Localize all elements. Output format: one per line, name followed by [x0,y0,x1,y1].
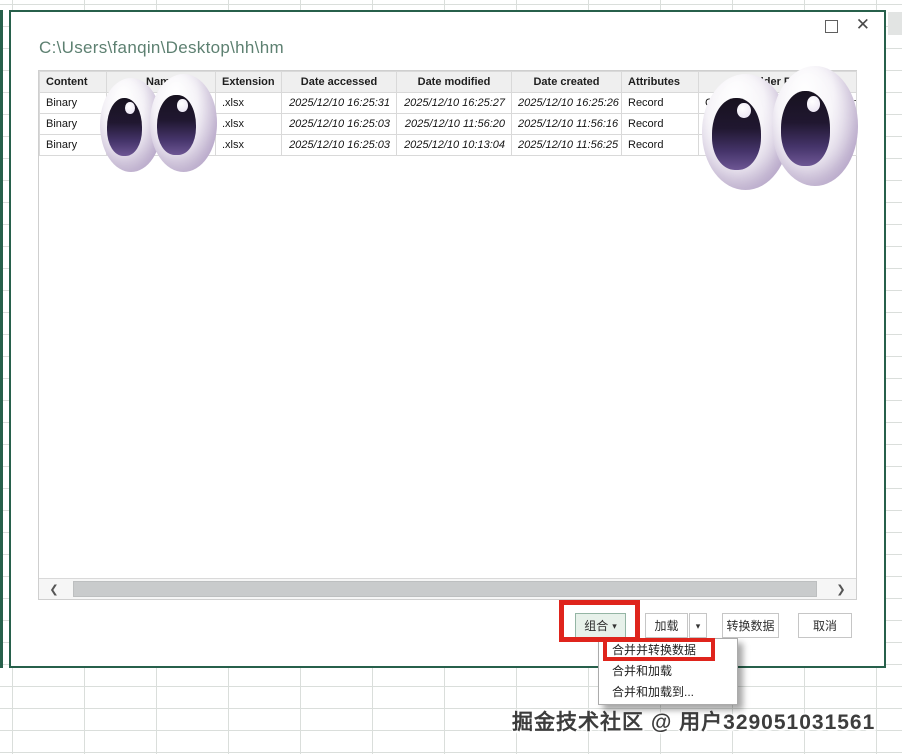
table-cell: Record [621,92,699,114]
column-header[interactable]: Extension [215,71,282,93]
restore-icon[interactable] [824,19,838,33]
column-header[interactable]: Content [39,71,107,93]
table-cell: 2025/12/10 16:25:27 [396,92,512,114]
chevron-down-icon: ▾ [695,620,701,631]
eyes-sticker-left-eye [150,74,217,172]
scroll-right-icon[interactable]: ❯ [826,579,856,599]
scrollbar-thumb[interactable] [73,581,817,597]
excel-window-edge [0,10,3,668]
table-cell: .xlsx [215,113,282,135]
table-cell: Record [621,113,699,135]
transform-data-button[interactable]: 转换数据 [722,613,779,638]
cancel-button[interactable]: 取消 [798,613,852,638]
table-cell: Binary [39,92,107,114]
load-dropdown-button[interactable]: ▾ [689,613,707,638]
eye-pupil [711,98,762,171]
scroll-left-icon[interactable]: ❮ [39,579,69,599]
table-cell: Binary [39,113,107,135]
table-cell: .xlsx [215,134,282,156]
menu-item-1[interactable]: 合并和加载 [599,661,737,682]
chevron-down-icon: ▾ [612,620,617,631]
table-cell: .xlsx [215,92,282,114]
eye-pupil [781,91,831,166]
combine-button[interactable]: 组合 ▾ [575,613,626,638]
folder-path-title: C:\Users\fanqin\Desktop\hh\hm [39,38,284,57]
table-cell: 2025/12/10 16:25:31 [281,92,397,114]
close-icon[interactable]: ✕ [856,16,870,34]
combine-dropdown-menu: 合并并转换数据 合并和加载 合并和加载到... [598,638,738,705]
menu-item-2[interactable]: 合并和加载到... [599,682,737,703]
load-button[interactable]: 加载 [645,613,688,638]
menu-item-0[interactable]: 合并并转换数据 [599,640,737,661]
column-header[interactable]: Attributes [621,71,699,93]
watermark-text: 掘金技术社区 @ 用户329051031561 [512,711,876,734]
worksheet-cell-shade [888,12,902,35]
table-cell: Binary [39,134,107,156]
table-cell: 2025/12/10 16:25:03 [281,113,397,135]
table-cell: 2025/12/10 10:13:04 [396,134,512,156]
cancel-button-label: 取消 [812,619,837,633]
combine-button-label: 组合 [584,619,609,633]
table-cell: Record [621,134,699,156]
table-cell: 2025/12/10 16:25:03 [281,134,397,156]
table-cell: 2025/12/10 11:56:20 [396,113,512,135]
table-cell: 2025/12/10 11:56:25 [511,134,622,156]
excel-screen: { "window": { "path_title": "C:\\Users\\… [0,0,902,754]
column-header[interactable]: Date modified [396,71,512,93]
load-button-label: 加载 [654,619,679,633]
table-cell: 2025/12/10 16:25:26 [511,92,622,114]
window-controls: ✕ [824,16,870,34]
eyes-sticker-right-eye [772,66,858,186]
table-cell: 2025/12/10 11:56:16 [511,113,622,135]
column-header[interactable]: Date accessed [281,71,397,93]
scrollbar-track[interactable] [69,579,826,599]
column-header[interactable]: Date created [511,71,622,93]
horizontal-scrollbar[interactable]: ❮ ❯ [39,578,856,599]
grid-empty-area [39,156,856,578]
transform-button-label: 转换数据 [726,619,775,633]
eye-pupil [106,97,143,156]
eye-pupil [157,94,196,156]
